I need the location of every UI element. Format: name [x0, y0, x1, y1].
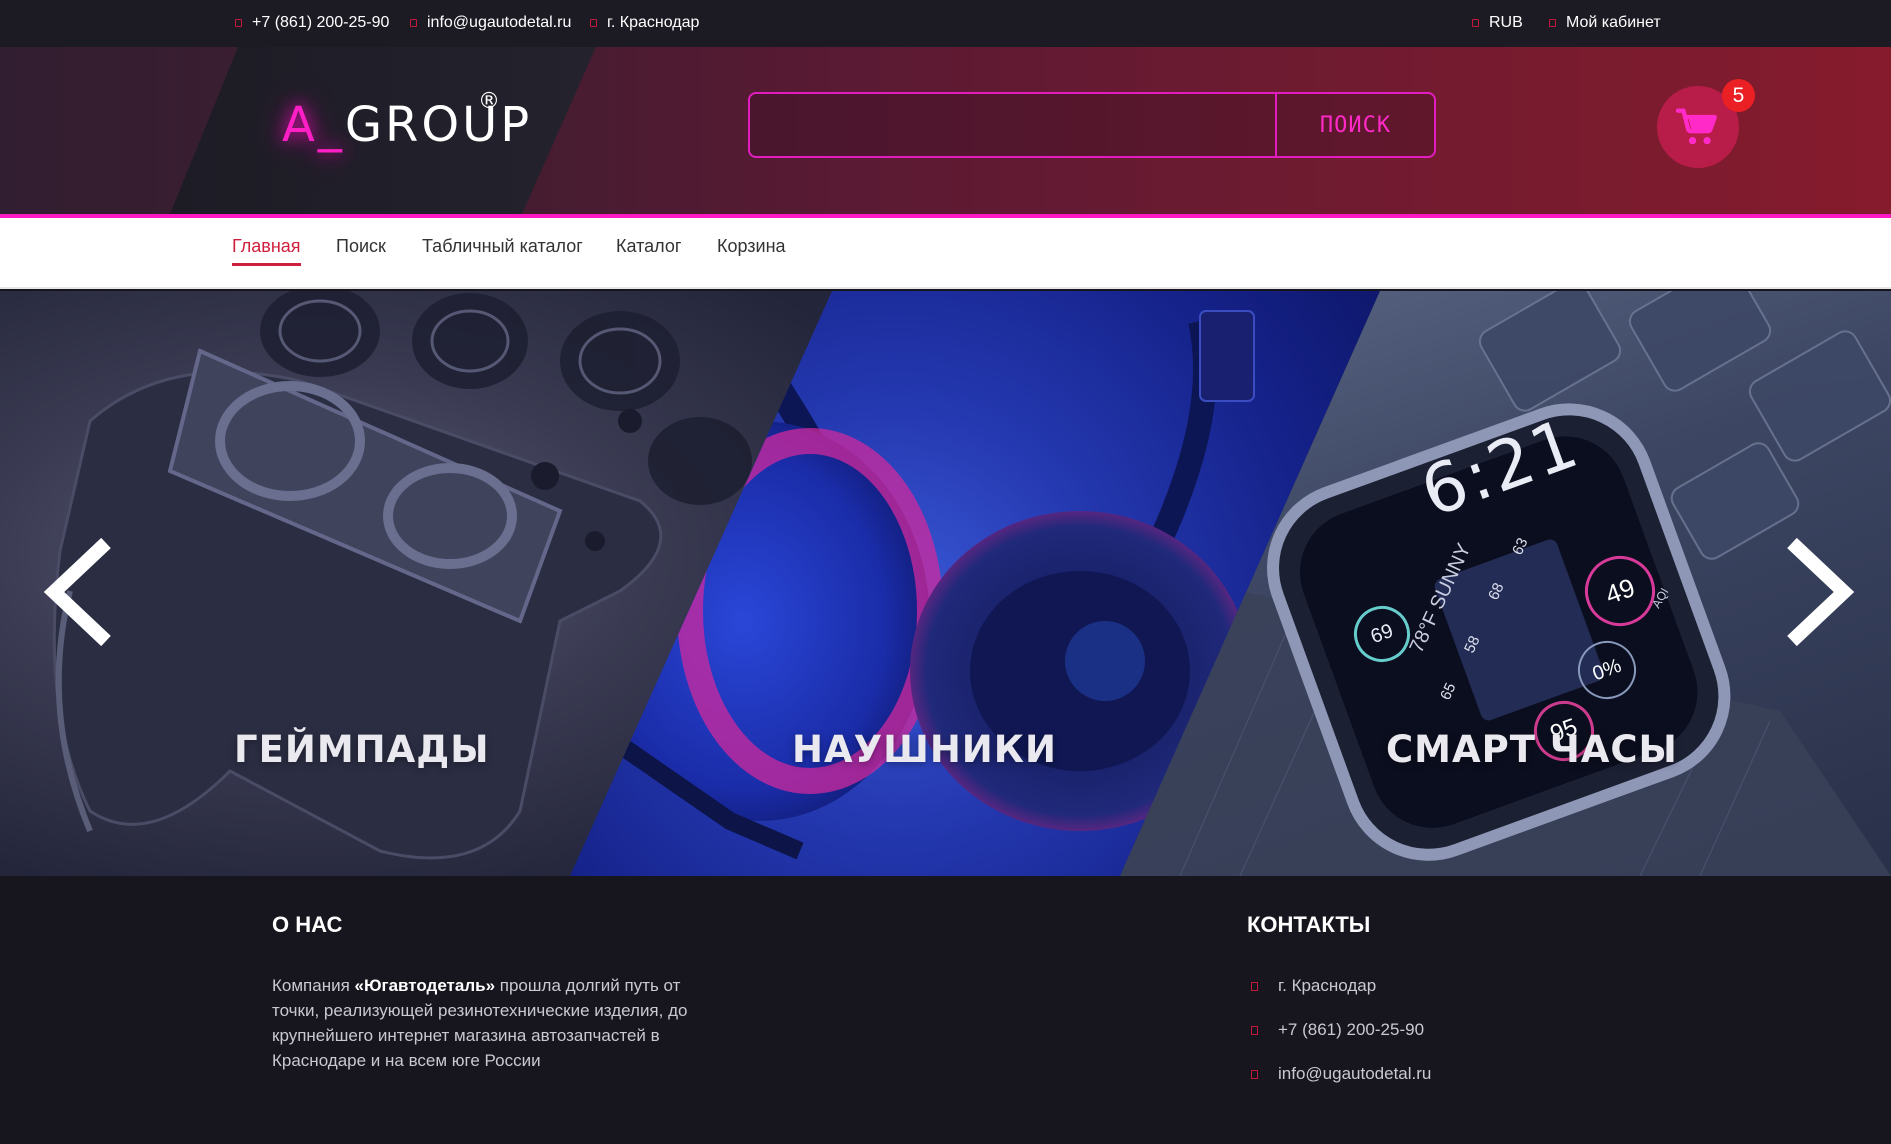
- watch-aqi-value: 49: [1601, 571, 1639, 610]
- topbar-phone-text: +7 (861) 200-25-90: [252, 14, 390, 31]
- topbar-phone[interactable]: +7 (861) 200-25-90: [235, 14, 389, 32]
- about-text: Компания «Югавтодеталь» прошла долгий пу…: [272, 973, 717, 1073]
- nav-item-home[interactable]: Главная: [232, 236, 301, 266]
- topbar-email-text: info@ugautodetal.ru: [427, 14, 572, 31]
- topbar-city[interactable]: г. Краснодар: [590, 14, 699, 32]
- currency-icon: [1472, 19, 1479, 27]
- search-input[interactable]: [750, 94, 1275, 156]
- search-button[interactable]: ПОИСК: [1275, 94, 1434, 156]
- location-icon: [590, 19, 597, 27]
- footer: О НАС Компания «Югавтодеталь» прошла дол…: [0, 876, 1891, 1144]
- currency-label: RUB: [1489, 14, 1523, 31]
- slide-title-headphones[interactable]: НАУШНИКИ: [792, 728, 1057, 771]
- footer-contact-city: г. Краснодар: [1251, 976, 1376, 996]
- phone-icon: [235, 19, 242, 27]
- topbar-city-text: г. Краснодар: [607, 14, 700, 31]
- nav-item-table-catalog[interactable]: Табличный каталог: [422, 236, 583, 263]
- account-link[interactable]: Мой кабинет: [1549, 14, 1661, 32]
- about-company-name: «Югавтодеталь»: [354, 976, 496, 995]
- contacts-title: КОНТАКТЫ: [1247, 912, 1371, 937]
- logo-prefix: A_: [282, 97, 345, 153]
- hero-carousel: 6:21 78°F SUNNY 69 49 AQI 0% 95 63 68 58…: [0, 291, 1891, 876]
- nav-item-cart[interactable]: Корзина: [717, 236, 786, 263]
- phone-icon: [1251, 1025, 1258, 1035]
- logo-registered-mark: ®: [478, 89, 500, 114]
- slide-title-gamepads[interactable]: ГЕЙМПАДЫ: [234, 728, 490, 771]
- search-form: ПОИСК: [748, 92, 1436, 158]
- nav-item-search[interactable]: Поиск: [336, 236, 386, 263]
- footer-email-text: info@ugautodetal.ru: [1278, 1064, 1432, 1083]
- chevron-right-icon[interactable]: [1778, 537, 1858, 647]
- slide-title-smart-watches[interactable]: СМАРТ ЧАСЫ: [1386, 728, 1678, 771]
- shopping-cart-icon: [1676, 108, 1717, 145]
- nav-item-catalog[interactable]: Каталог: [616, 236, 681, 263]
- mail-icon: [410, 19, 417, 27]
- account-label: Мой кабинет: [1566, 14, 1661, 31]
- topbar-email[interactable]: info@ugautodetal.ru: [410, 14, 571, 32]
- location-icon: [1251, 981, 1258, 991]
- mail-icon: [1251, 1069, 1258, 1079]
- header: A_GROUP ® ПОИСК 5: [0, 47, 1891, 214]
- footer-contact-email[interactable]: info@ugautodetal.ru: [1251, 1064, 1431, 1084]
- about-text-pre: Компания: [272, 976, 355, 995]
- footer-city-text: г. Краснодар: [1278, 976, 1377, 995]
- footer-phone-text: +7 (861) 200-25-90: [1278, 1020, 1425, 1039]
- chevron-left-icon[interactable]: [40, 537, 120, 647]
- currency-selector[interactable]: RUB: [1472, 14, 1523, 32]
- top-bar: +7 (861) 200-25-90 info@ugautodetal.ru г…: [0, 0, 1891, 47]
- footer-contact-phone[interactable]: +7 (861) 200-25-90: [1251, 1020, 1424, 1040]
- logo-text: GROUP: [344, 97, 533, 153]
- about-title: О НАС: [272, 912, 343, 937]
- site-logo[interactable]: A_GROUP ®: [282, 89, 533, 153]
- user-icon: [1549, 19, 1556, 27]
- cart-count-badge: 5: [1722, 79, 1755, 112]
- main-nav: Главная Поиск Табличный каталог Каталог …: [0, 218, 1891, 289]
